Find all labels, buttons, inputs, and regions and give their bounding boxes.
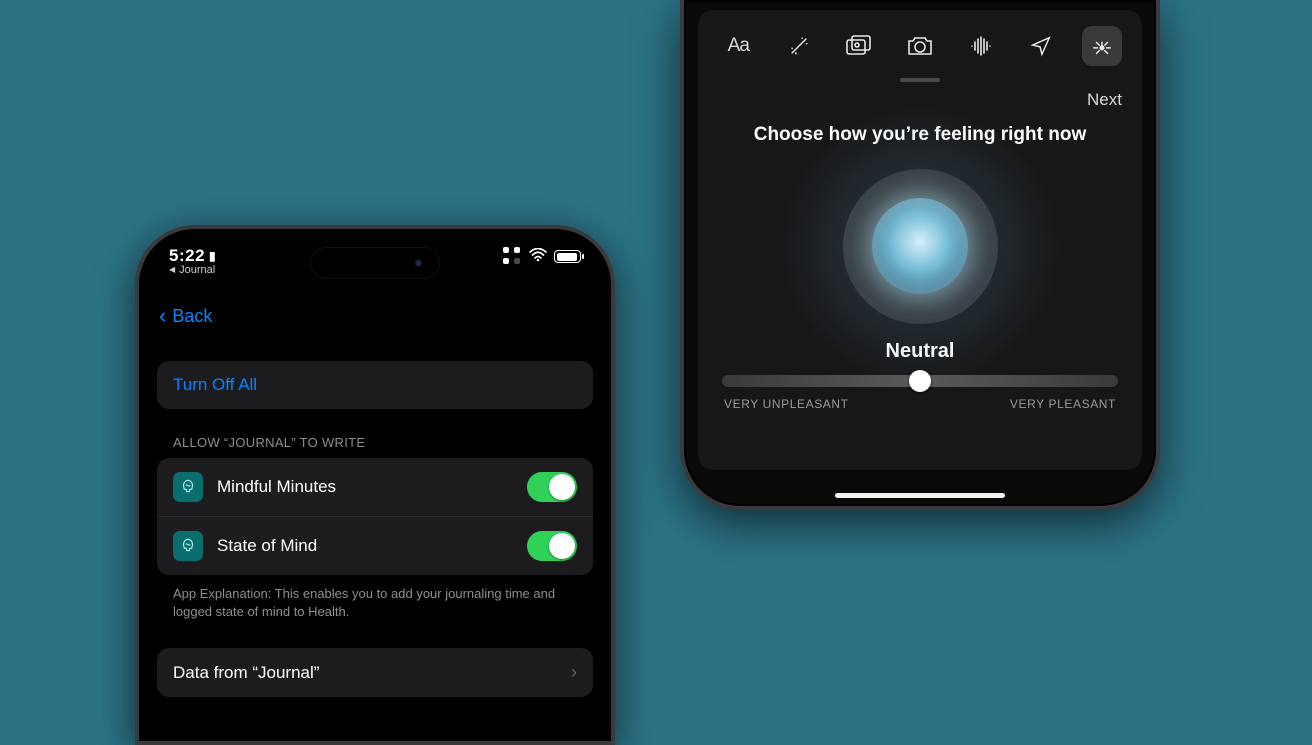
- mood-sheet: Aa Next Choose how you’re feeling right …: [698, 10, 1142, 470]
- battery-icon: [554, 250, 581, 263]
- state-of-mind-icon: [173, 531, 203, 561]
- dynamic-island: [310, 247, 440, 279]
- nav-back-button[interactable]: ‹ Back: [139, 287, 611, 337]
- volume-up-button: [135, 389, 136, 449]
- journal-phone: Aa Next Choose how you’re feeling right …: [680, 0, 1160, 510]
- power-button: [1159, 20, 1160, 90]
- mindful-minutes-label: Mindful Minutes: [217, 477, 336, 497]
- section-header: ALLOW “JOURNAL” TO WRITE: [157, 409, 593, 458]
- chevron-right-icon: ›: [571, 662, 577, 683]
- state-of-mind-label: State of Mind: [217, 536, 317, 556]
- power-button: [614, 404, 615, 494]
- slider-min-label: VERY UNPLEASANT: [724, 397, 849, 411]
- photos-button[interactable]: [839, 26, 879, 66]
- state-of-mind-button[interactable]: [1082, 26, 1122, 66]
- audio-button[interactable]: [961, 26, 1001, 66]
- section-footer: App Explanation: This enables you to add…: [157, 575, 593, 620]
- settings-phone: 5:22 ▮ Journal ‹ Back Turn Off All A: [135, 225, 615, 745]
- turn-off-all-button[interactable]: Turn Off All: [157, 361, 593, 409]
- mindful-minutes-icon: [173, 472, 203, 502]
- magic-wand-button[interactable]: [779, 26, 819, 66]
- state-of-mind-toggle[interactable]: [527, 531, 577, 561]
- compose-toolbar: Aa: [698, 10, 1142, 76]
- camera-button[interactable]: [900, 26, 940, 66]
- clock: 5:22 ▮: [169, 247, 216, 265]
- focus-icon: ▮: [209, 250, 216, 263]
- cellular-signal-icon: [503, 247, 522, 266]
- time-text: 5:22: [169, 247, 205, 265]
- mute-switch: [135, 339, 136, 373]
- data-from-journal-row[interactable]: Data from “Journal” ›: [157, 648, 593, 697]
- wifi-icon: [529, 248, 547, 266]
- mood-slider-thumb[interactable]: [909, 370, 931, 392]
- home-indicator[interactable]: [835, 493, 1005, 498]
- chevron-left-icon: ‹: [159, 305, 166, 327]
- mood-orb: [698, 146, 1142, 346]
- breadcrumb-back-to-app[interactable]: Journal: [169, 265, 216, 277]
- back-label: Back: [172, 306, 212, 327]
- state-of-mind-row: State of Mind: [157, 517, 593, 575]
- location-button[interactable]: [1021, 26, 1061, 66]
- mindful-minutes-toggle[interactable]: [527, 472, 577, 502]
- mood-slider[interactable]: [722, 375, 1118, 387]
- text-style-button[interactable]: Aa: [718, 26, 758, 66]
- mindful-minutes-row: Mindful Minutes: [157, 458, 593, 517]
- next-button[interactable]: Next: [1087, 90, 1122, 109]
- volume-down-button: [135, 461, 136, 521]
- slider-max-label: VERY PLEASANT: [1010, 397, 1116, 411]
